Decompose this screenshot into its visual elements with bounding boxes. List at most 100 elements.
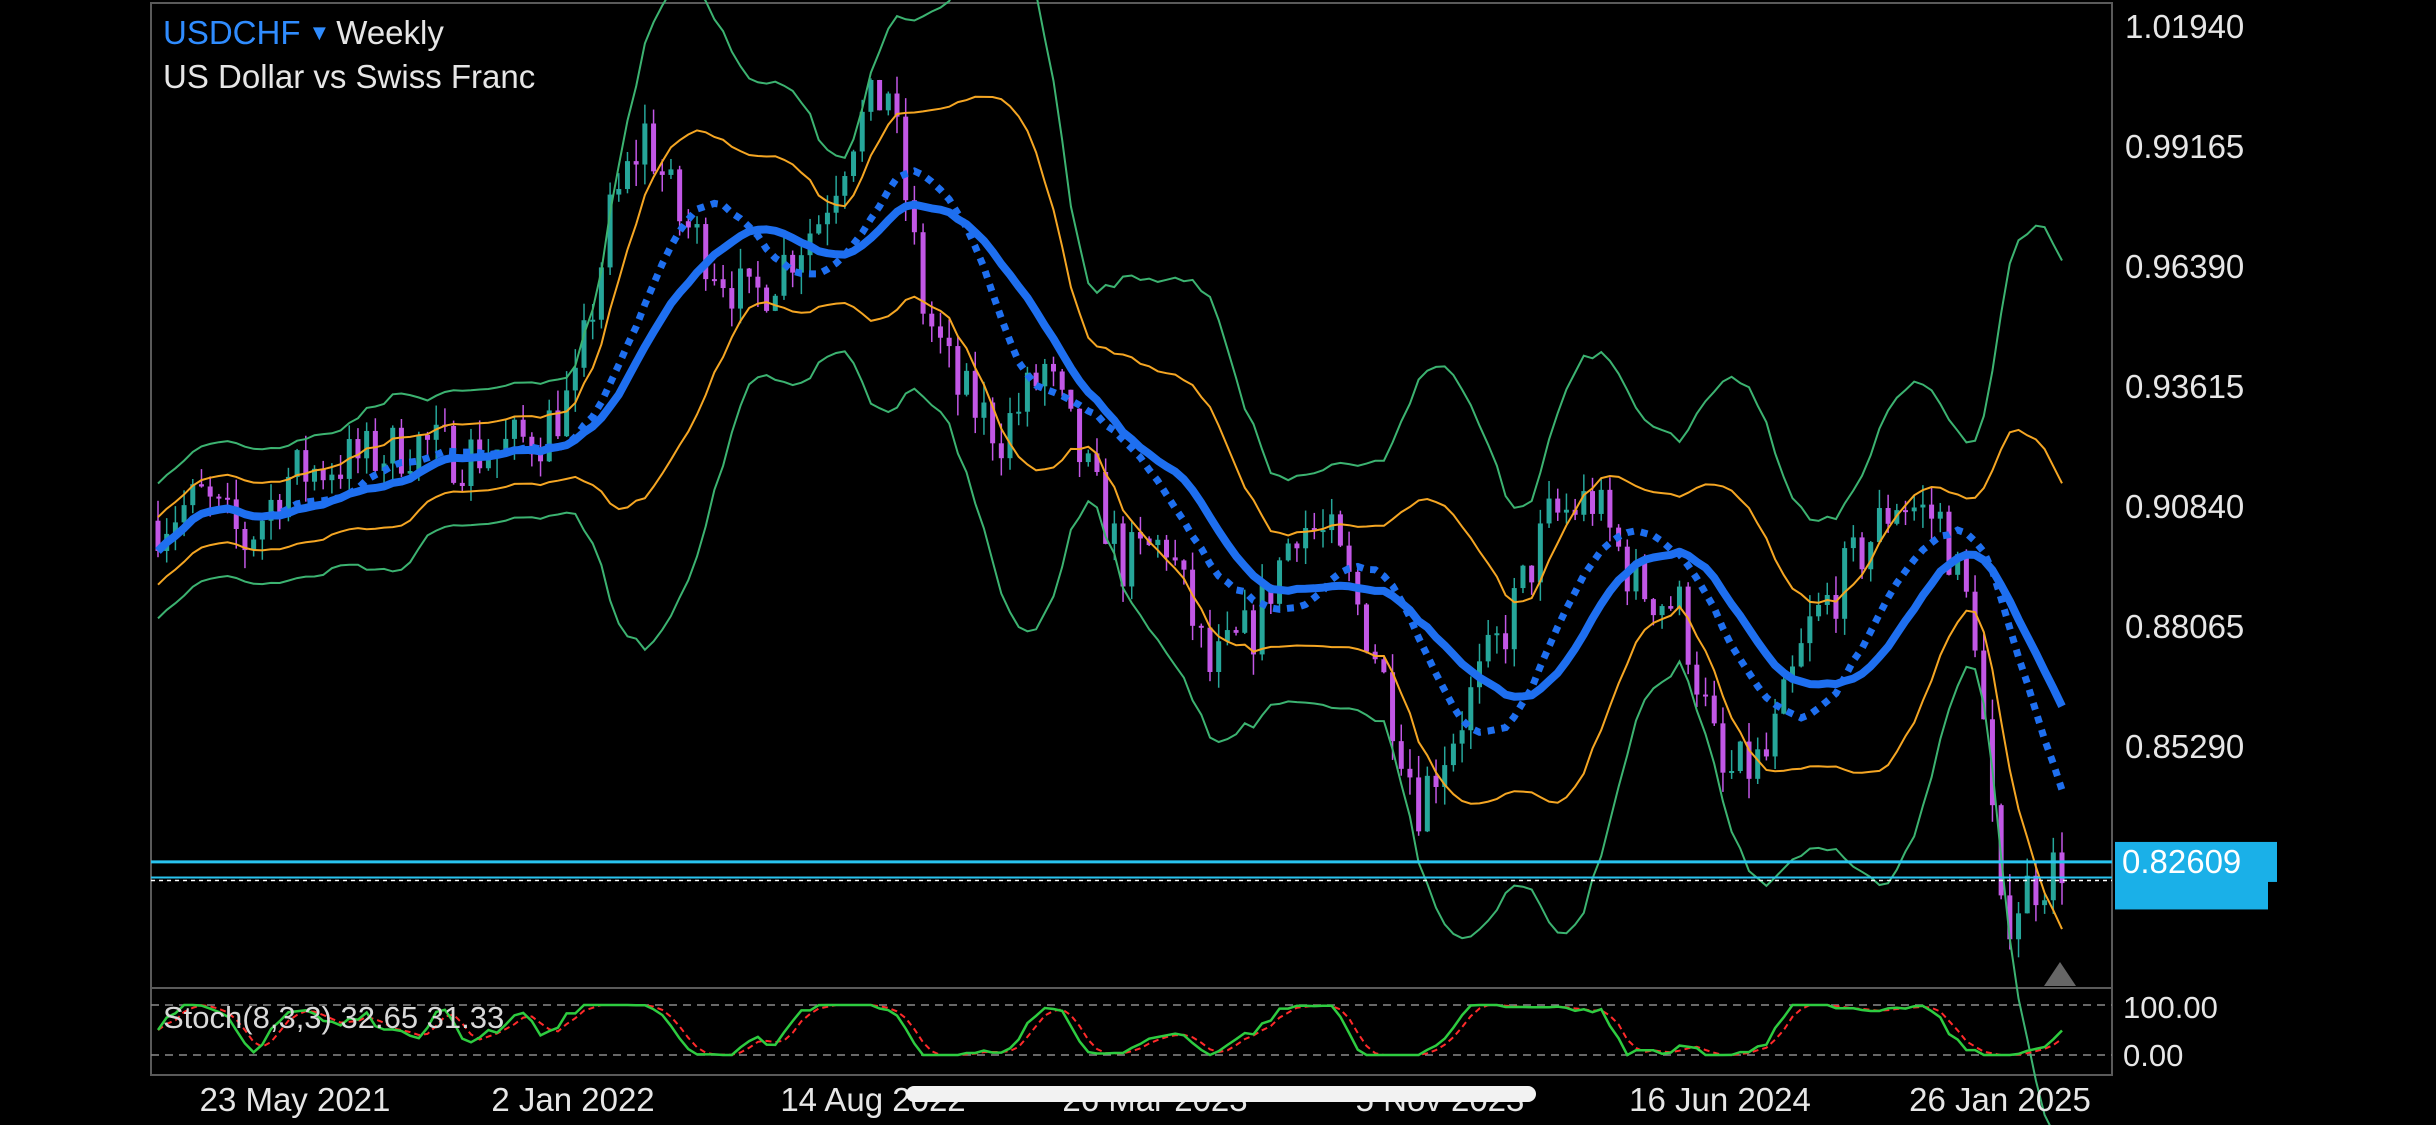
timeframe-label[interactable]: Weekly: [336, 14, 444, 51]
candle-body: [1850, 537, 1856, 549]
candle-body: [1059, 371, 1065, 390]
candle-body: [1216, 641, 1222, 673]
scroll-end-marker[interactable]: [2044, 962, 2076, 986]
candle-body: [1885, 508, 1891, 524]
candle-body: [981, 402, 987, 418]
candle-body: [1711, 695, 1717, 724]
time-tick: 26 Jan 2025: [1909, 1081, 2091, 1118]
candle-body: [198, 484, 204, 487]
chart-header[interactable]: USDCHF ▼ Weekly: [163, 14, 444, 52]
candle-body: [972, 370, 978, 418]
price-tick: 0.93615: [2125, 368, 2244, 405]
candle-body: [677, 169, 683, 222]
candle-body: [1503, 633, 1509, 650]
candle-body: [1250, 610, 1256, 655]
candle-body: [1737, 741, 1743, 771]
candle-body: [964, 370, 970, 395]
candle-body: [1546, 498, 1552, 524]
candle-body: [1668, 606, 1674, 609]
candle-body: [1494, 633, 1500, 636]
candle-body: [372, 430, 378, 471]
triangle-down-icon[interactable]: ▼: [309, 20, 331, 45]
candle-body: [624, 161, 630, 190]
candle-body: [685, 221, 691, 228]
candle-body: [842, 176, 848, 196]
candle-body: [2016, 913, 2022, 940]
candle-body: [511, 419, 517, 439]
time-tick: 2 Jan 2022: [491, 1081, 654, 1118]
candle-body: [1929, 504, 1935, 519]
candle-body: [468, 439, 474, 487]
candle-body: [1416, 777, 1422, 832]
candle-body: [1068, 389, 1074, 409]
chart-canvas[interactable]: 1.01940 0.99165 0.96390 0.93615 0.90840 …: [0, 0, 2436, 1125]
candle-body: [1529, 565, 1535, 583]
candle-body: [937, 326, 943, 338]
candle-body: [1120, 523, 1126, 587]
candles: [155, 76, 2065, 958]
candle-body: [929, 313, 935, 327]
candle-body: [329, 474, 335, 481]
candle-body: [720, 279, 726, 289]
stoch-level-100-label: 100.00: [2123, 990, 2218, 1025]
candle-body: [1772, 713, 1778, 757]
candle-body: [1320, 530, 1326, 533]
candle-body: [1450, 743, 1456, 766]
time-tick: 16 Jun 2024: [1629, 1081, 1811, 1118]
candle-body: [1007, 413, 1013, 459]
home-indicator[interactable]: [906, 1086, 1536, 1102]
candle-body: [1207, 627, 1213, 673]
candle-body: [1937, 511, 1943, 519]
candle-body: [868, 79, 874, 112]
candle-body: [1590, 491, 1596, 514]
candle-body: [1659, 606, 1665, 616]
candle-body: [338, 474, 344, 479]
price-tick: 0.90840: [2125, 488, 2244, 525]
symbol-label[interactable]: USDCHF: [163, 14, 301, 51]
candle-body: [1485, 634, 1491, 662]
candle-body: [590, 319, 596, 322]
candle-body: [1859, 537, 1865, 570]
candle-body: [2059, 852, 2065, 884]
candle-body: [1963, 554, 1969, 592]
candle-body: [1650, 599, 1656, 616]
candle-body: [520, 419, 526, 437]
candle-body: [1277, 560, 1283, 604]
candle-body: [364, 430, 370, 459]
candle-body: [1294, 543, 1300, 549]
candle-body: [1181, 560, 1187, 570]
candle-body: [1563, 509, 1569, 513]
candle-body: [1537, 523, 1543, 583]
candle-body: [1424, 775, 1430, 832]
candle-body: [1329, 514, 1335, 531]
candle-body: [1642, 562, 1648, 600]
candle-body: [1555, 498, 1561, 513]
price-tick: 0.96390: [2125, 248, 2244, 285]
candle-body: [1755, 749, 1761, 779]
candle-body: [1050, 363, 1056, 372]
candle-body: [851, 151, 857, 177]
candle-body: [1433, 775, 1439, 788]
time-tick: 23 May 2021: [200, 1081, 391, 1118]
candle-body: [1703, 694, 1709, 697]
candle-body: [1198, 625, 1204, 628]
candle-body: [1085, 453, 1091, 463]
price-axis: 1.01940 0.99165 0.96390 0.93615 0.90840 …: [2125, 8, 2244, 765]
candle-body: [668, 169, 674, 175]
candle-body: [633, 161, 639, 165]
candle-body: [1920, 504, 1926, 508]
candle-body: [225, 497, 231, 500]
candle-body: [1285, 543, 1291, 561]
candle-body: [1911, 507, 1917, 512]
candle-body: [1972, 591, 1978, 651]
candle-body: [207, 486, 213, 497]
candle-body: [1390, 672, 1396, 742]
candle-body: [729, 288, 735, 309]
candle-body: [1337, 514, 1343, 546]
candle-body: [1042, 363, 1048, 387]
candle-body: [2042, 900, 2048, 906]
candle-body: [694, 224, 700, 228]
candle-body: [1259, 584, 1265, 655]
candle-body: [1729, 770, 1735, 773]
candle-body: [1016, 411, 1022, 414]
